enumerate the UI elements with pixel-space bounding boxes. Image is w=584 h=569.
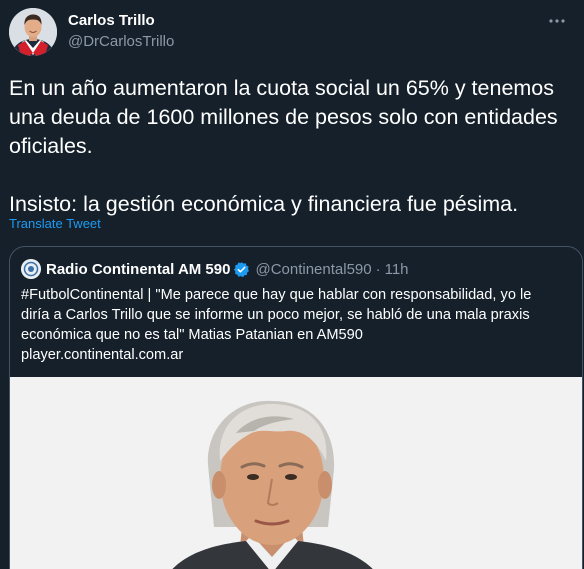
quoted-author-name[interactable]: Radio Continental AM 590 [46,261,230,278]
author-avatar-image [9,8,57,56]
quoted-tweet-text: #FutbolContinental | "Me parece que hay … [21,285,573,365]
more-horizontal-icon [549,19,565,23]
quoted-media-image[interactable] [10,377,582,569]
quoted-author-handle[interactable]: @Continental590 [255,261,371,278]
quoted-text-line: diría a Carlos Trillo que se informe un … [21,307,530,323]
author-display-name[interactable]: Carlos Trillo [68,12,155,29]
more-options-button[interactable] [546,10,568,32]
author-avatar[interactable] [9,8,57,56]
author-handle[interactable]: @DrCarlosTrillo [68,33,174,50]
translate-tweet-link[interactable]: Translate Tweet [9,216,101,231]
tweet-text: En un año aumentaron la cuota social un … [9,76,558,216]
separator-dot: · [375,260,381,278]
quoted-link[interactable]: player.continental.com.ar [21,345,573,365]
tweet-card: Carlos Trillo @DrCarlosTrillo En un año … [0,0,584,569]
quoted-tweet-header: Radio Continental AM 590 @Continental590… [21,259,409,279]
quoted-text-line: #FutbolContinental | "Me parece que hay … [21,287,532,303]
quoted-text-line: económica que no es tal" Matias Patanian… [21,327,363,343]
verified-badge-icon [233,261,250,278]
quoted-tweet[interactable]: Radio Continental AM 590 @Continental590… [9,246,583,569]
quoted-author-avatar[interactable] [21,259,41,279]
quoted-timestamp[interactable]: 11h [385,261,409,278]
radio-logo-icon [21,259,41,279]
person-photo [10,377,582,569]
